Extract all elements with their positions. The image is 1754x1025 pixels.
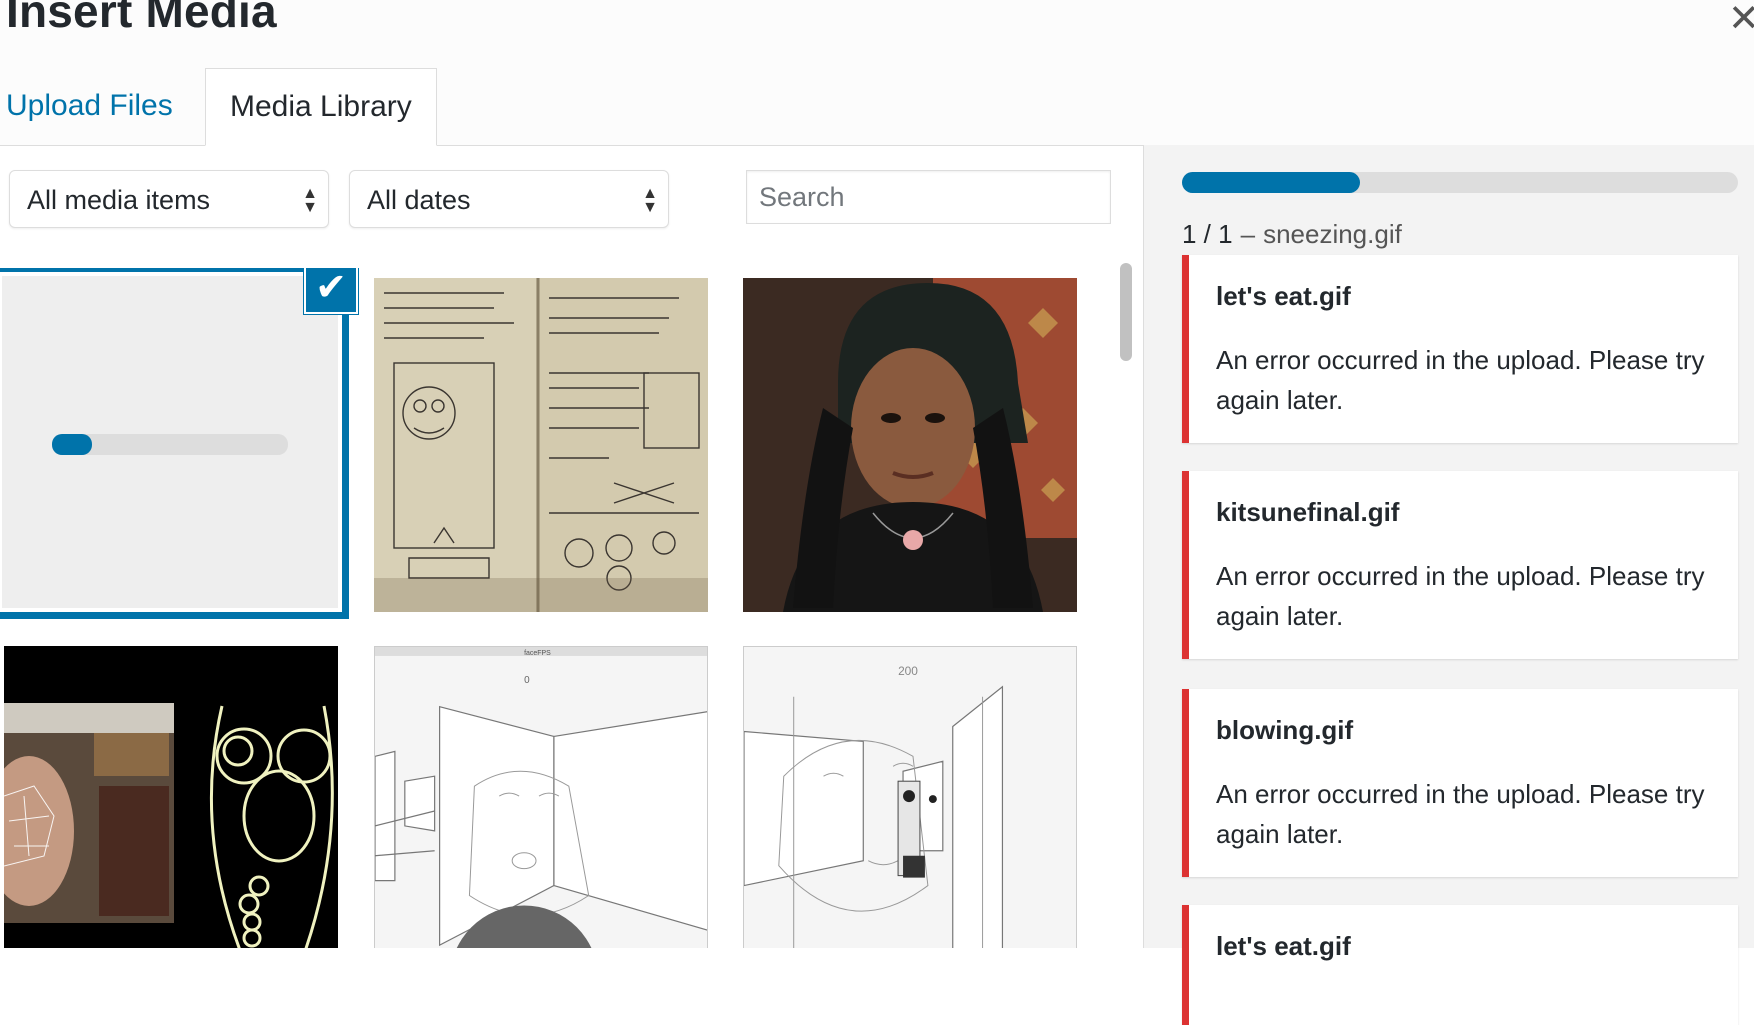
upload-error: let's eat.gif xyxy=(1182,905,1738,1025)
upload-progress-bar xyxy=(1182,172,1738,193)
render-number: 200 xyxy=(898,664,918,678)
upload-status: 1 / 1– sneezing.gif xyxy=(1182,219,1402,250)
media-item-notebook-sketch[interactable] xyxy=(374,278,708,612)
date-select[interactable]: All dates ▲ ▼ xyxy=(349,170,669,228)
media-grid: ✔ faceFPS 0 200 xyxy=(0,268,1100,948)
facefps-caption: faceFPS xyxy=(524,650,551,657)
facefps-number: 0 xyxy=(524,675,530,686)
media-type-select[interactable]: All media items ▲ ▼ xyxy=(9,170,329,228)
tab-media-library[interactable]: Media Library xyxy=(205,68,437,146)
media-item-uploading[interactable]: ✔ xyxy=(0,268,358,619)
checkmark-icon[interactable]: ✔ xyxy=(304,268,358,314)
notebook-sketch-image xyxy=(374,278,708,612)
grid-scroll-thumb[interactable] xyxy=(1120,263,1132,361)
error-filename: let's eat.gif xyxy=(1216,931,1351,961)
modal-title: Insert Media xyxy=(6,0,277,37)
date-select-value: All dates xyxy=(367,185,471,215)
media-item-facefps-render[interactable]: faceFPS 0 xyxy=(374,646,708,948)
close-icon[interactable]: ✕ xyxy=(1728,0,1754,38)
error-message: An error occurred in the upload. Please … xyxy=(1216,779,1705,849)
search-placeholder: Search xyxy=(759,182,845,212)
upload-filename: sneezing.gif xyxy=(1263,219,1402,249)
upload-error: let's eat.gif An error occurred in the u… xyxy=(1182,255,1738,443)
facefps-render-image: faceFPS 0 xyxy=(375,647,707,948)
search-input[interactable]: Search xyxy=(746,170,1111,224)
upload-error: kitsunefinal.gif An error occurred in th… xyxy=(1182,471,1738,659)
upload-count: 1 / 1 xyxy=(1182,219,1233,249)
portrait-image xyxy=(743,278,1077,612)
error-filename: let's eat.gif xyxy=(1216,281,1351,311)
upload-status-separator: – xyxy=(1240,219,1256,249)
render-200-image: 200 xyxy=(744,647,1076,948)
face-tracking-image xyxy=(4,646,338,948)
error-message: An error occurred in the upload. Please … xyxy=(1216,345,1705,415)
error-message: An error occurred in the upload. Please … xyxy=(1216,561,1705,631)
media-item-face-tracking[interactable] xyxy=(4,646,338,948)
upload-progress-fill xyxy=(1182,172,1360,193)
select-arrows-icon: ▲ ▼ xyxy=(642,185,658,216)
upload-error: blowing.gif An error occurred in the upl… xyxy=(1182,689,1738,877)
upload-sidebar: 1 / 1– sneezing.gif let's eat.gif An erro… xyxy=(1143,145,1754,1025)
media-item-render-200[interactable]: 200 xyxy=(743,646,1077,948)
error-filename: kitsunefinal.gif xyxy=(1216,497,1400,527)
error-filename: blowing.gif xyxy=(1216,715,1354,745)
tab-upload-files[interactable]: Upload Files xyxy=(0,68,197,144)
media-item-portrait[interactable] xyxy=(743,278,1077,612)
select-arrows-icon: ▲ ▼ xyxy=(302,185,318,216)
modal-header: Insert Media ✕ xyxy=(0,0,1754,70)
item-upload-progress-fill xyxy=(52,434,93,455)
media-tabs: Upload Files Media Library xyxy=(0,68,1754,146)
media-type-select-value: All media items xyxy=(27,185,211,215)
grid-scrollbar[interactable] xyxy=(1118,255,1134,948)
item-upload-progress xyxy=(52,434,288,455)
